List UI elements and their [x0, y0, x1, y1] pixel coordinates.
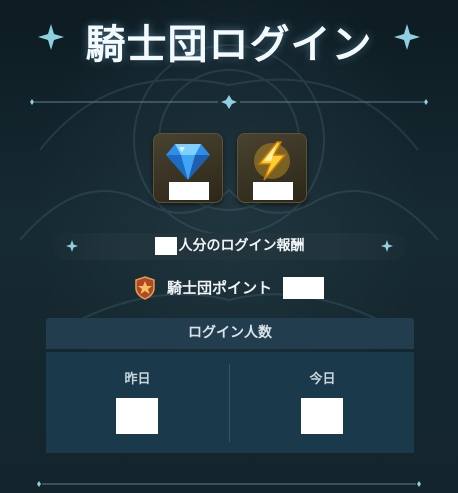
stat-today-label: 今日: [309, 372, 336, 387]
reward-count: [169, 182, 209, 200]
stat-yesterday-label: 昨日: [124, 372, 151, 387]
knight-shield-emblem-icon: [135, 275, 155, 300]
knight-points-row: 騎士団ポイント: [0, 273, 458, 301]
lightning-bolt-icon: [254, 141, 290, 181]
reward-banner: 人分のログイン報酬: [52, 233, 407, 260]
blue-diamond-icon: [166, 144, 210, 180]
bottom-divider: [37, 481, 421, 487]
stat-today-value: [301, 398, 343, 434]
sparkle-icon: [394, 24, 420, 50]
title-row: 騎士団ログイン: [0, 8, 458, 68]
reward-count: [253, 182, 293, 200]
knight-points-label: 騎士団ポイント: [166, 278, 272, 297]
login-stats-header: ログイン人数: [46, 318, 414, 349]
knight-order-login-panel: 騎士団ログイン 人分のログイン報酬 騎士団ポイント ログイン人数 昨日 今日: [0, 0, 458, 493]
people-count: [154, 237, 177, 255]
login-stats-body: 昨日 今日: [46, 352, 414, 453]
reward-banner-text: 人分のログイン報酬: [52, 233, 407, 260]
stat-yesterday-value: [116, 398, 158, 434]
page-title: 騎士団ログイン: [85, 22, 373, 68]
reward-banner-label: 人分のログイン報酬: [178, 238, 305, 254]
knight-points-value: [283, 276, 325, 299]
stat-yesterday: 昨日: [46, 352, 229, 453]
reward-item-lightning[interactable]: [237, 133, 307, 203]
top-divider: [30, 95, 428, 109]
stat-today: 今日: [231, 352, 414, 453]
login-stats-panel: ログイン人数 昨日 今日: [46, 318, 414, 453]
stats-divider: [229, 364, 230, 442]
sparkle-icon: [381, 240, 393, 252]
reward-item-diamond[interactable]: [153, 133, 223, 203]
